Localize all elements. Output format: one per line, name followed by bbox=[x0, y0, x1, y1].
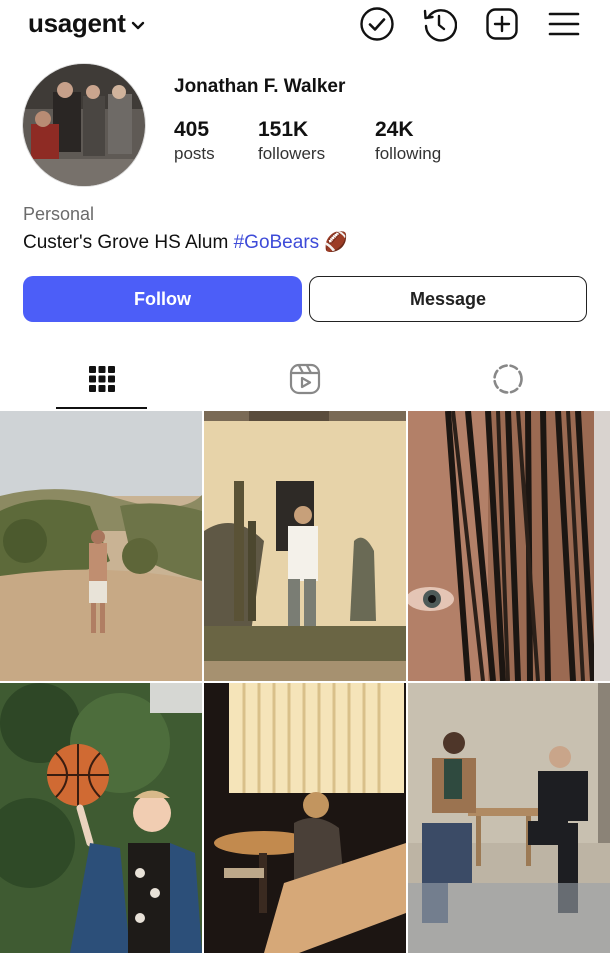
posts-label: posts bbox=[174, 144, 215, 163]
followers-stat[interactable]: 151K followers bbox=[258, 118, 325, 166]
grid-icon bbox=[88, 366, 115, 392]
post-thumbnail[interactable] bbox=[408, 411, 610, 681]
username-label: usagent bbox=[28, 8, 126, 38]
plus-square-icon[interactable] bbox=[483, 5, 521, 43]
profile-tabs bbox=[0, 350, 610, 410]
football-emoji: 🏈 bbox=[324, 232, 349, 253]
bio-text: Custer's Grove HS Alum bbox=[23, 232, 229, 253]
tab-tagged[interactable] bbox=[406, 350, 609, 408]
tagged-icon bbox=[492, 364, 523, 394]
tab-reels[interactable] bbox=[203, 350, 406, 408]
following-count: 24K bbox=[375, 118, 414, 141]
post-thumbnail[interactable] bbox=[204, 683, 406, 953]
posts-stat[interactable]: 405 posts bbox=[174, 118, 215, 166]
bio-hashtag-link[interactable]: #GoBears bbox=[234, 232, 320, 253]
post-thumbnail[interactable] bbox=[0, 683, 202, 953]
top-bar: usagent bbox=[0, 0, 610, 52]
check-circle-icon[interactable] bbox=[358, 5, 396, 43]
post-thumbnail[interactable] bbox=[0, 411, 202, 681]
bio: Custer's Grove HS Alum #GoBears 🏈 bbox=[23, 230, 348, 254]
history-icon[interactable] bbox=[420, 5, 458, 43]
post-thumbnail[interactable] bbox=[204, 411, 406, 681]
following-stat[interactable]: 24K following bbox=[375, 118, 441, 166]
followers-label: followers bbox=[258, 144, 326, 163]
reels-icon bbox=[289, 363, 320, 395]
followers-count: 151K bbox=[258, 118, 309, 141]
chevron-down-icon bbox=[131, 21, 144, 29]
tab-posts-grid[interactable] bbox=[0, 350, 203, 408]
menu-icon[interactable] bbox=[545, 5, 583, 43]
active-tab-indicator bbox=[56, 407, 147, 409]
following-label: following bbox=[375, 144, 442, 163]
post-thumbnail[interactable] bbox=[408, 683, 610, 953]
profile-category: Personal bbox=[23, 204, 95, 224]
display-name: Jonathan F. Walker bbox=[174, 76, 346, 97]
avatar[interactable] bbox=[22, 63, 146, 187]
follow-button[interactable]: Follow bbox=[23, 276, 302, 322]
message-button[interactable]: Message bbox=[309, 276, 587, 322]
account-switcher[interactable]: usagent bbox=[28, 8, 145, 39]
posts-count: 405 bbox=[174, 118, 210, 141]
